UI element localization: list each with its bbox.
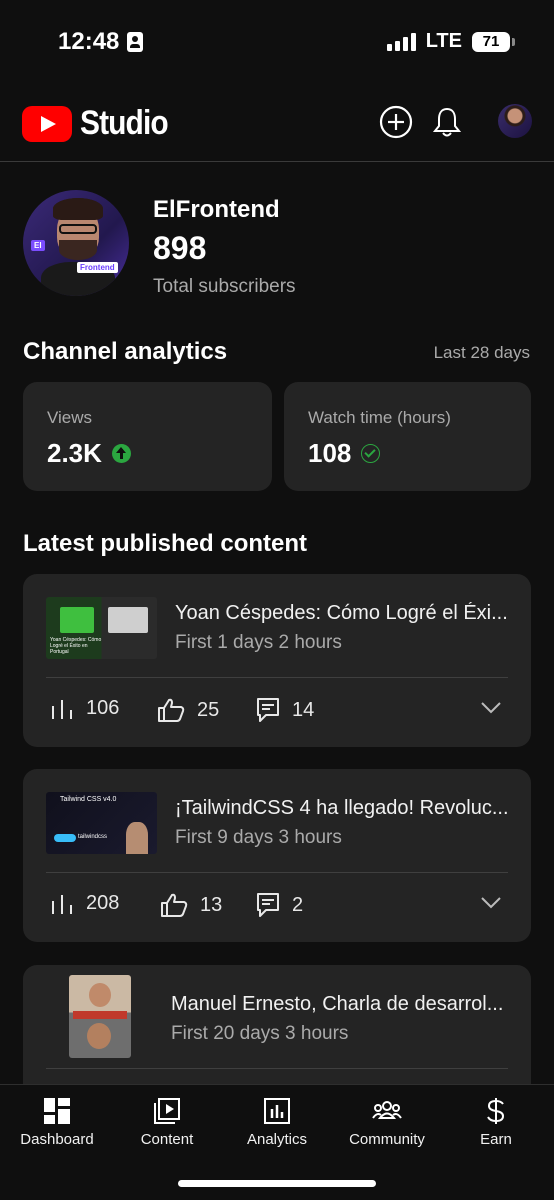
bell-icon (432, 107, 462, 137)
nav-analytics[interactable]: Analytics (222, 1097, 332, 1148)
nav-label: Dashboard (20, 1131, 94, 1148)
comment-icon (257, 893, 279, 917)
views-number: 2.3K (47, 438, 102, 468)
latest-content-title: Latest published content (23, 530, 308, 557)
nav-content[interactable]: Content (112, 1097, 222, 1148)
earn-icon (487, 1098, 505, 1124)
nav-label: Community (349, 1131, 425, 1148)
views-stat: 208 (50, 892, 119, 915)
card-divider (46, 872, 508, 873)
watch-time-label: Watch time (hours) (308, 408, 451, 427)
comments-stat: 2 (256, 892, 303, 918)
nav-earn[interactable]: Earn (441, 1097, 551, 1148)
views-label: Views (47, 408, 93, 427)
views-stat: 106 (50, 697, 119, 720)
battery-icon: 71 (472, 31, 515, 52)
card-divider (46, 1068, 508, 1069)
watch-time-card[interactable]: Watch time (hours) 108 (284, 382, 531, 491)
analytics-icon (264, 1098, 290, 1124)
comment-icon (257, 698, 279, 722)
bar-chart-icon (52, 699, 72, 719)
thumbs-up-icon (161, 893, 188, 917)
watch-time-value: 108 (308, 438, 381, 469)
channel-avatar[interactable]: El Frontend (23, 190, 129, 296)
contact-card-icon (127, 32, 144, 52)
nav-label: Content (140, 1131, 194, 1148)
views-value: 2.3K (47, 438, 131, 469)
status-time: 12:48 (58, 28, 144, 56)
content-icon (154, 1098, 180, 1124)
video-thumbnail: Yoan Céspedes: Cómo Logré el Éxito en Po… (46, 597, 157, 659)
nav-community[interactable]: Community (332, 1097, 442, 1148)
video-period: First 9 days 3 hours (175, 827, 342, 848)
video-title: ¡TailwindCSS 4 ha llegado! Revoluc... (175, 797, 509, 819)
logo-text: Studio (80, 104, 169, 142)
app-header: Studio (0, 84, 554, 162)
nav-label: Analytics (246, 1131, 308, 1148)
subscriber-count: 898 (153, 230, 207, 266)
trend-up-icon (111, 444, 131, 463)
video-card[interactable]: Tailwind CSS v4.0 tailwindcss ¡TailwindC… (23, 769, 531, 942)
video-thumbnail (69, 975, 131, 1058)
comments-stat: 14 (256, 697, 314, 723)
studio-logo[interactable]: Studio (22, 104, 180, 143)
video-title: Yoan Céspedes: Cómo Logré el Éxi... (175, 602, 508, 624)
channel-summary: El Frontend ElFrontend 898 Total subscrib… (23, 190, 533, 300)
video-title: Manuel Ernesto, Charla de desarrol... (171, 993, 504, 1015)
home-indicator[interactable] (178, 1180, 376, 1187)
status-indicators: LTE 71 (386, 30, 515, 53)
nav-dashboard[interactable]: Dashboard (2, 1097, 112, 1148)
battery-level: 71 (482, 33, 500, 50)
thumbnail-text: Tailwind CSS v4.0 (60, 796, 117, 803)
video-thumbnail: Tailwind CSS v4.0 tailwindcss (46, 792, 157, 854)
card-divider (46, 677, 508, 678)
bar-chart-icon (52, 894, 72, 914)
check-circle-icon (361, 444, 381, 463)
network-type: LTE (425, 30, 462, 52)
likes-stat: 25 (157, 697, 219, 723)
comments-count: 14 (292, 698, 315, 721)
video-card[interactable]: Yoan Céspedes: Cómo Logré el Éxito en Po… (23, 574, 531, 747)
dashboard-icon (44, 1098, 70, 1124)
youtube-play-icon (22, 105, 72, 142)
views-card[interactable]: Views 2.3K (23, 382, 272, 491)
thumbs-up-icon (158, 698, 185, 722)
status-bar: 12:48 LTE 71 (0, 0, 554, 84)
channel-name: ElFrontend (153, 196, 280, 223)
chevron-down-icon[interactable] (481, 702, 501, 714)
create-button[interactable] (378, 104, 414, 140)
signal-icon (386, 32, 416, 51)
views-count: 106 (86, 697, 120, 719)
account-avatar[interactable] (498, 104, 532, 138)
time-text: 12:48 (58, 28, 120, 55)
nav-label: Earn (480, 1131, 512, 1148)
subscriber-label: Total subscribers (153, 276, 296, 297)
likes-stat: 13 (160, 892, 222, 918)
chevron-down-icon[interactable] (481, 897, 501, 909)
thumbnail-brand: tailwindcss (78, 834, 108, 840)
comments-count: 2 (292, 893, 304, 916)
notifications-button[interactable] (429, 104, 465, 140)
community-icon (372, 1101, 402, 1119)
video-period: First 1 days 2 hours (175, 632, 342, 653)
likes-count: 25 (197, 698, 220, 721)
analytics-title: Channel analytics (23, 338, 228, 365)
create-icon (379, 105, 413, 139)
video-period: First 20 days 3 hours (171, 1023, 349, 1044)
likes-count: 13 (200, 893, 223, 916)
watch-time-number: 108 (308, 438, 352, 468)
analytics-period: Last 28 days (433, 343, 530, 362)
views-count: 208 (86, 892, 120, 914)
